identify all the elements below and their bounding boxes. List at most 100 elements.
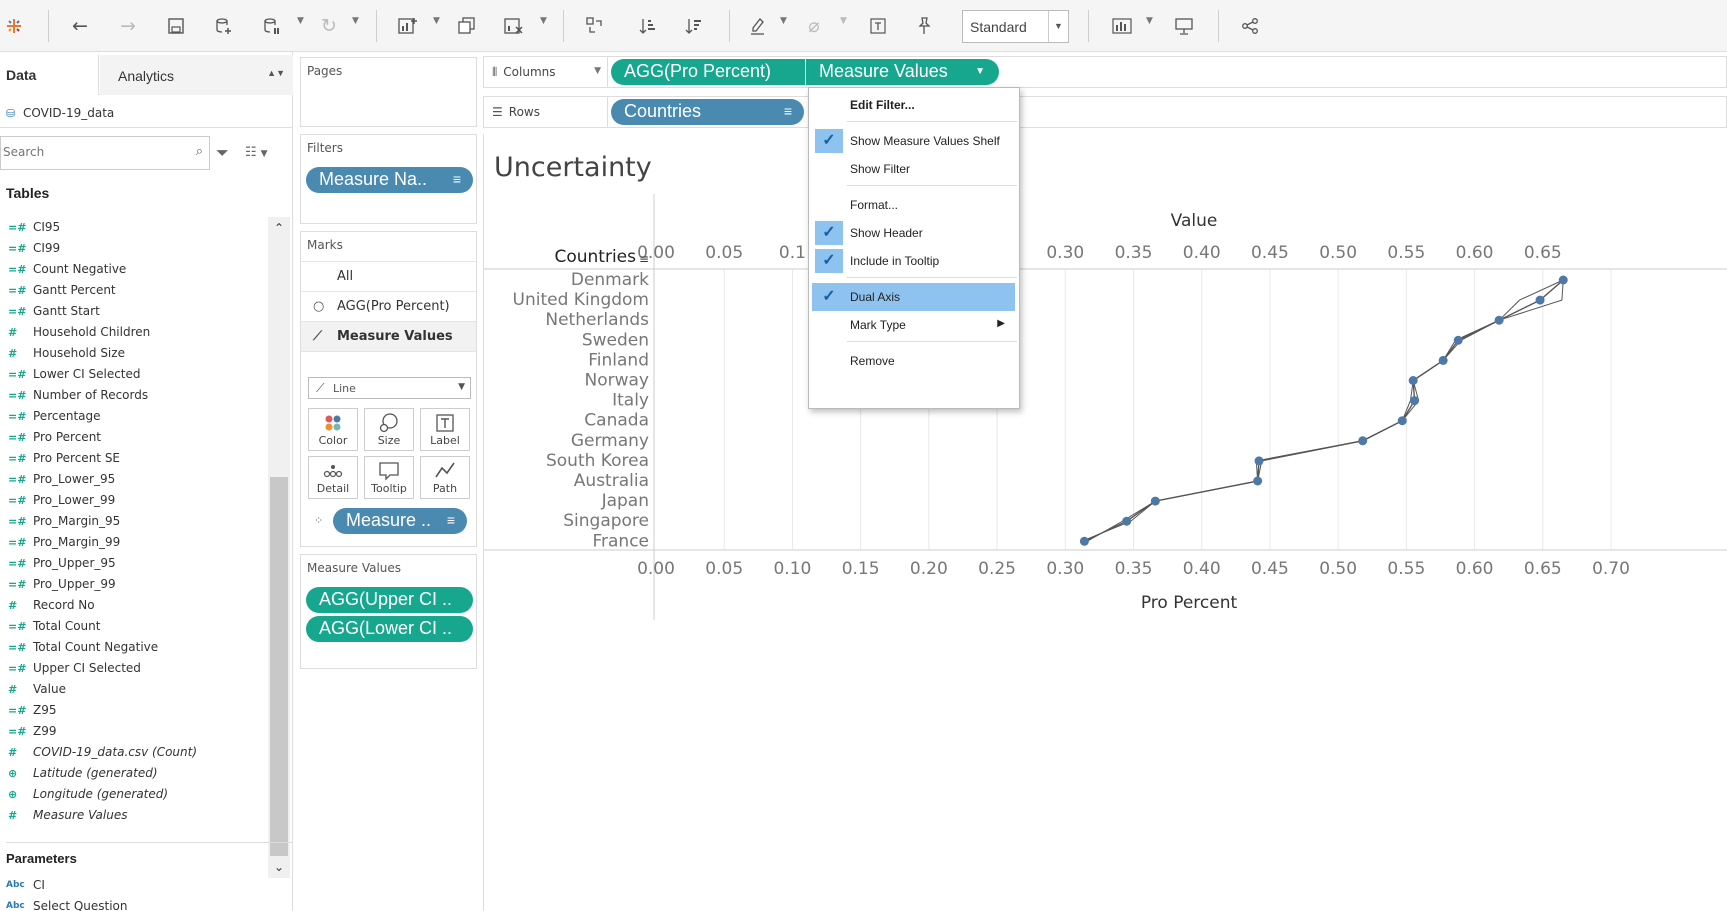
view-mode-select[interactable]: Standard ▼ — [962, 10, 1069, 43]
redo-icon[interactable]: → — [114, 12, 142, 40]
country-label[interactable]: Norway — [585, 371, 650, 391]
data-point[interactable] — [1558, 275, 1568, 285]
chevron-down-icon[interactable]: ▼ — [594, 66, 601, 76]
color-button[interactable]: Color — [308, 408, 358, 451]
clear-dropdown[interactable]: ▼ — [540, 16, 547, 26]
field-item[interactable]: =# Total Count — [0, 616, 265, 637]
field-item[interactable]: =# Pro_Lower_95 — [0, 469, 265, 490]
chart-area[interactable]: 0.00 0.05 0.1 0.25 0.30 0.35 0.40 0.45 0.50 0.55 0… — [484, 134, 1727, 911]
field-item[interactable]: =# Gantt Start — [0, 301, 265, 322]
path-button[interactable]: Path — [420, 456, 470, 499]
search-input[interactable] — [1, 137, 181, 167]
field-item[interactable]: =# Total Count Negative — [0, 637, 265, 658]
field-item[interactable]: ⊕ Latitude (generated) — [0, 763, 265, 784]
save-icon[interactable] — [162, 12, 190, 40]
field-item[interactable]: =# Number of Records — [0, 385, 265, 406]
sort-ascending-icon[interactable] — [634, 12, 662, 40]
columns-pill-measure-values[interactable]: Measure Values ▼ — [806, 59, 999, 85]
data-point[interactable] — [1494, 315, 1504, 325]
refresh-dropdown[interactable]: ▼ — [352, 16, 359, 26]
measure-pill-upper-ci[interactable]: AGG(Upper CI .. — [306, 587, 473, 613]
country-label[interactable]: Germany — [571, 431, 649, 451]
show-me-icon[interactable] — [1108, 12, 1136, 40]
rows-shelf[interactable]: ☰ Rows Countries ≡ — [483, 96, 1727, 128]
field-item[interactable]: =# Upper CI Selected — [0, 658, 265, 679]
data-point[interactable] — [1254, 456, 1264, 466]
presentation-icon[interactable] — [1170, 12, 1198, 40]
filter-pill-measure-names[interactable]: Measure Na.. ≡ — [306, 167, 473, 193]
refresh-icon[interactable]: ↻ — [315, 12, 343, 40]
share-icon[interactable] — [1236, 12, 1264, 40]
field-item[interactable]: =# CI95 — [0, 217, 265, 238]
field-item[interactable]: # Measure Values — [0, 805, 265, 826]
pin-icon[interactable] — [910, 12, 938, 40]
field-item[interactable]: # Value — [0, 679, 265, 700]
chevron-down-icon[interactable]: ▼ — [458, 382, 465, 392]
menu-item-show-measure-values-shelf[interactable]: ✓ Show Measure Values Shelf — [812, 127, 1015, 155]
field-item[interactable]: =# Pro_Upper_95 — [0, 553, 265, 574]
list-view-icon[interactable]: ☷ ▼ — [245, 145, 268, 160]
country-label[interactable]: United Kingdom — [513, 290, 649, 310]
detail-button[interactable]: Detail — [308, 456, 358, 499]
data-point[interactable] — [1122, 516, 1132, 526]
marks-row-measure-values[interactable]: ⟋ Measure Values — [301, 322, 476, 352]
datasource-row[interactable]: ⛁ COVID-19_data — [0, 100, 293, 128]
country-label[interactable]: Finland — [588, 350, 649, 370]
field-item[interactable]: =# Gantt Percent — [0, 280, 265, 301]
menu-item-format[interactable]: Format... — [812, 191, 1015, 219]
field-item[interactable]: =# Lower CI Selected — [0, 364, 265, 385]
pages-card[interactable]: Pages — [300, 57, 477, 127]
field-item[interactable]: # Household Children — [0, 322, 265, 343]
data-point[interactable] — [1410, 396, 1420, 406]
country-label[interactable]: Netherlands — [545, 310, 649, 330]
country-label[interactable]: Sweden — [582, 330, 649, 350]
menu-item-dual-axis[interactable]: ✓ Dual Axis — [812, 283, 1015, 311]
sort-icon[interactable]: ≡ — [639, 252, 649, 266]
mark-type-select[interactable]: ⟋ Line ▼ — [308, 377, 471, 399]
text-label-icon[interactable] — [864, 12, 892, 40]
field-item[interactable]: ⊕ Longitude (generated) — [0, 784, 265, 805]
data-point[interactable] — [1438, 355, 1448, 365]
scroll-thumb[interactable] — [270, 477, 288, 856]
pause-updates-dropdown[interactable]: ▼ — [297, 16, 304, 26]
field-item[interactable]: =# Z95 — [0, 700, 265, 721]
country-label[interactable]: Singapore — [563, 511, 649, 531]
field-item[interactable]: =# Pro Percent SE — [0, 448, 265, 469]
data-point[interactable] — [1453, 335, 1463, 345]
label-button[interactable]: Label — [420, 408, 470, 451]
duplicate-icon[interactable] — [453, 12, 481, 40]
field-item[interactable]: =# Pro_Lower_99 — [0, 490, 265, 511]
attach-icon[interactable]: ⌀ — [800, 12, 828, 40]
show-me-dropdown[interactable]: ▼ — [1146, 16, 1153, 26]
data-point[interactable] — [1408, 376, 1418, 385]
undo-icon[interactable]: ← — [66, 12, 94, 40]
new-datasource-icon[interactable] — [210, 12, 238, 40]
sort-descending-icon[interactable] — [680, 12, 708, 40]
new-worksheet-icon[interactable] — [394, 12, 422, 40]
field-item[interactable]: =# Percentage — [0, 406, 265, 427]
tab-data[interactable]: Data — [0, 55, 99, 95]
chevron-up-icon[interactable]: ⌃ — [268, 217, 290, 239]
chevron-down-icon[interactable]: ▼ — [975, 66, 985, 77]
marks-row-pro-percent[interactable]: ○ AGG(Pro Percent) — [301, 292, 476, 322]
menu-item-remove[interactable]: Remove — [812, 347, 1015, 375]
field-item[interactable]: =# Pro_Margin_95 — [0, 511, 265, 532]
menu-item-show-header[interactable]: ✓ Show Header — [812, 219, 1015, 247]
highlight-dropdown[interactable]: ▼ — [780, 16, 787, 26]
swap-icon[interactable] — [581, 12, 609, 40]
country-label[interactable]: Australia — [574, 471, 649, 491]
viz-canvas[interactable]: Uncertainty 0.000.050.10.250.300.350.400… — [483, 134, 1727, 911]
menu-item-include-in-tooltip[interactable]: ✓ Include in Tooltip — [812, 247, 1015, 275]
columns-shelf[interactable]: ⦀ Columns ▼ AGG(Pro Percent) Measure Valu… — [483, 56, 1727, 88]
marks-row-all[interactable]: All — [301, 262, 476, 292]
data-point[interactable] — [1253, 476, 1263, 486]
filters-card[interactable]: Filters Measure Na.. ≡ — [300, 134, 477, 224]
chevron-down-icon[interactable]: ▼ — [1048, 11, 1068, 42]
country-label[interactable]: France — [592, 531, 649, 551]
data-point[interactable] — [1535, 295, 1545, 305]
attach-dropdown[interactable]: ▼ — [840, 16, 847, 26]
measure-pill-lower-ci[interactable]: AGG(Lower CI .. — [306, 616, 473, 642]
country-label[interactable]: Canada — [584, 411, 649, 431]
clear-icon[interactable] — [500, 12, 528, 40]
search-icon[interactable]: ⌕ — [196, 144, 203, 159]
